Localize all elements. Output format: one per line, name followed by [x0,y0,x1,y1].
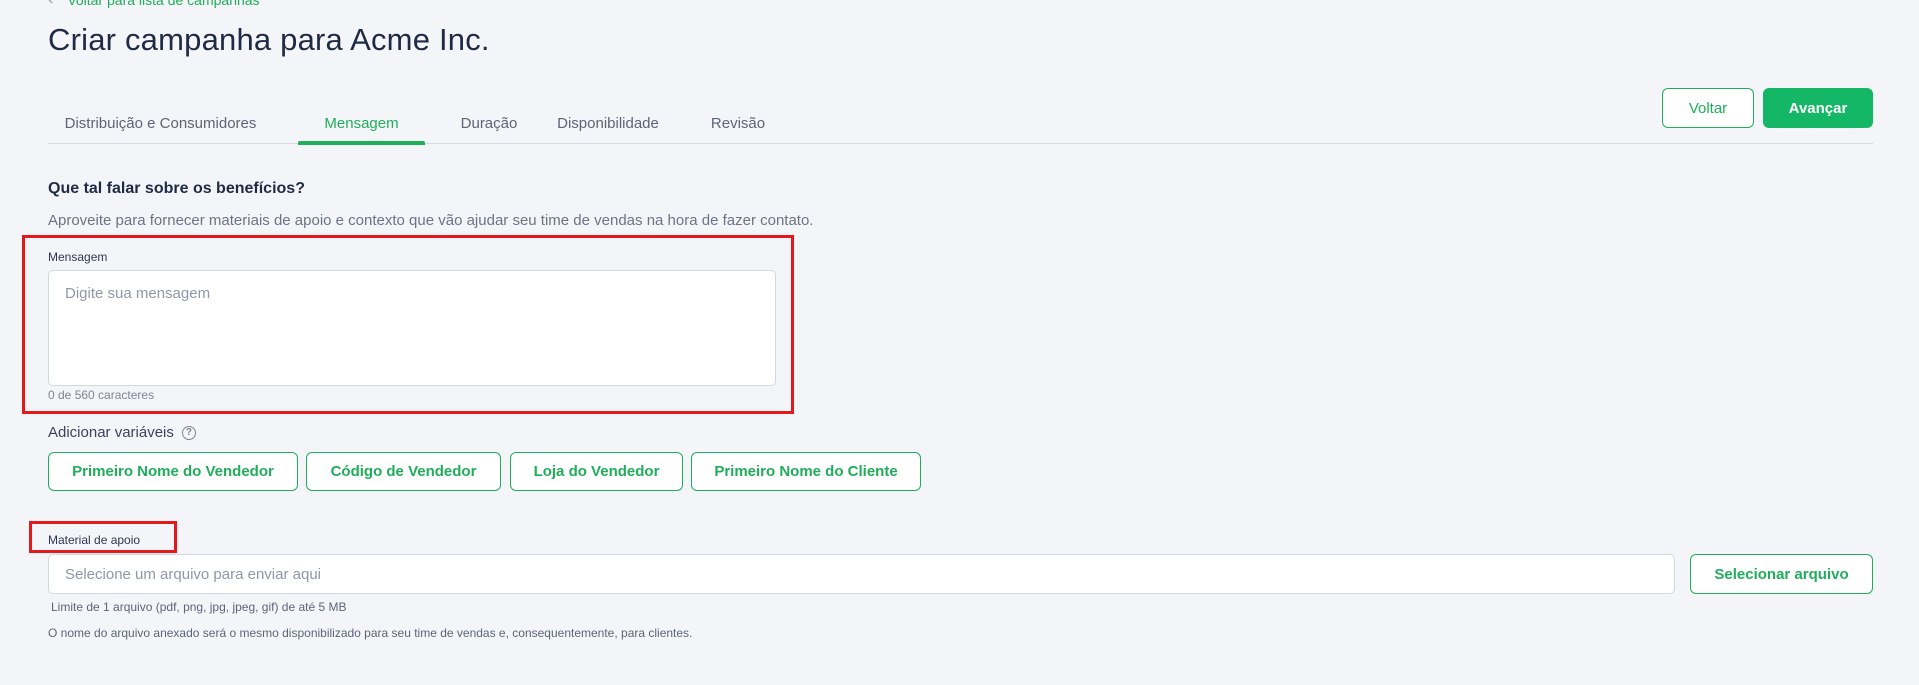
variable-seller-store-button[interactable]: Loja do Vendedor [510,452,683,491]
support-material-input[interactable] [48,554,1675,594]
message-textarea[interactable] [48,270,776,386]
message-char-count: 0 de 560 caracteres [48,388,155,402]
back-button[interactable]: Voltar [1662,88,1754,128]
tab-label: Distribuição e Consumidores [64,115,257,132]
next-button[interactable]: Avançar [1763,88,1873,128]
file-name-hint: O nome do arquivo anexado será o mesmo d… [48,626,693,640]
tab-distribuicao[interactable]: Distribuição e Consumidores [48,108,273,144]
tab-label: Duração [460,115,518,132]
message-label: Mensagem [48,250,108,264]
select-file-button[interactable]: Selecionar arquivo [1690,554,1873,594]
support-material-label: Material de apoio [48,533,141,547]
tab-label: Revisão [710,115,766,132]
tab-label: Mensagem [324,115,399,132]
help-icon[interactable]: ? [181,425,196,440]
add-variables-label: Adicionar variáveis ? [48,424,196,441]
tab-label: Disponibilidade [557,115,659,132]
tab-bar: Distribuição e Consumidores Mensagem Dur… [48,108,1873,145]
back-to-campaigns-link[interactable]: ‹ Voltar para lista de campanhas [48,0,260,9]
variable-seller-first-name-button[interactable]: Primeiro Nome do Vendedor [48,452,298,491]
section-title: Que tal falar sobre os benefícios? [48,180,305,197]
tab-revisao[interactable]: Revisão [698,108,778,144]
variable-client-first-name-button[interactable]: Primeiro Nome do Cliente [691,452,921,491]
tab-duracao[interactable]: Duração [448,108,530,144]
chevron-left-icon: ‹ [48,0,53,9]
back-link-label: Voltar para lista de campanhas [67,0,260,8]
tab-mensagem[interactable]: Mensagem [298,108,425,145]
section-description: Aproveite para fornecer materiais de apo… [48,212,814,229]
page-title: Criar campanha para Acme Inc. [48,22,490,57]
variable-seller-code-button[interactable]: Código de Vendedor [306,452,501,491]
add-variables-text: Adicionar variáveis [48,424,174,441]
file-limit-hint: Limite de 1 arquivo (pdf, png, jpg, jpeg… [51,600,347,614]
tab-disponibilidade[interactable]: Disponibilidade [548,108,668,144]
